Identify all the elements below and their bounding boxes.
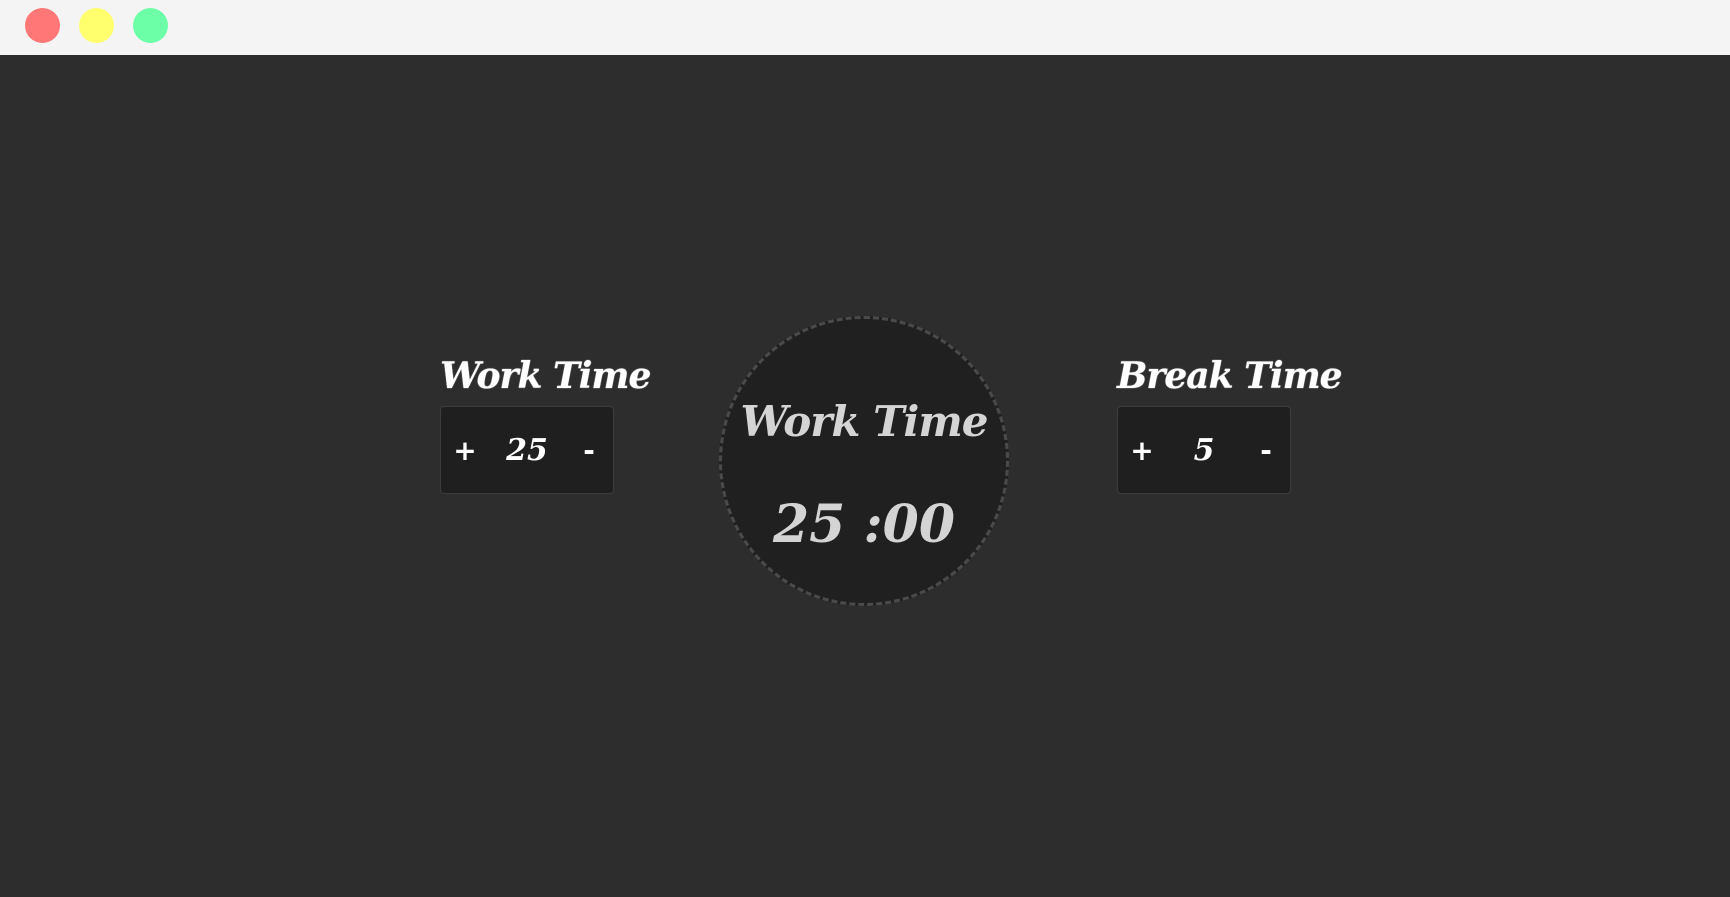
break-time-value: 5 <box>1193 432 1215 468</box>
work-time-value: 25 <box>506 432 548 468</box>
break-time-stepper: + 5 - <box>1117 406 1291 494</box>
break-time-panel: Break Time + 5 - <box>1117 352 1343 494</box>
minimize-window-button[interactable] <box>79 8 114 43</box>
break-time-title: Break Time <box>1117 355 1343 397</box>
maximize-window-button[interactable] <box>133 8 168 43</box>
work-time-stepper: + 25 - <box>440 406 614 494</box>
work-time-panel: Work Time + 25 - <box>440 352 651 494</box>
break-time-increment-button[interactable]: + <box>1118 407 1166 493</box>
timer-circle[interactable]: Work Time 25 :00 <box>719 316 1009 606</box>
window-titlebar <box>0 0 1730 55</box>
close-window-button[interactable] <box>25 8 60 43</box>
work-time-increment-button[interactable]: + <box>441 407 489 493</box>
work-time-title: Work Time <box>440 355 651 397</box>
work-time-decrement-button[interactable]: - <box>565 407 613 493</box>
timer-display: 25 :00 <box>772 494 956 555</box>
break-time-decrement-button[interactable]: - <box>1242 407 1290 493</box>
timer-mode-label: Work Time <box>740 397 989 446</box>
